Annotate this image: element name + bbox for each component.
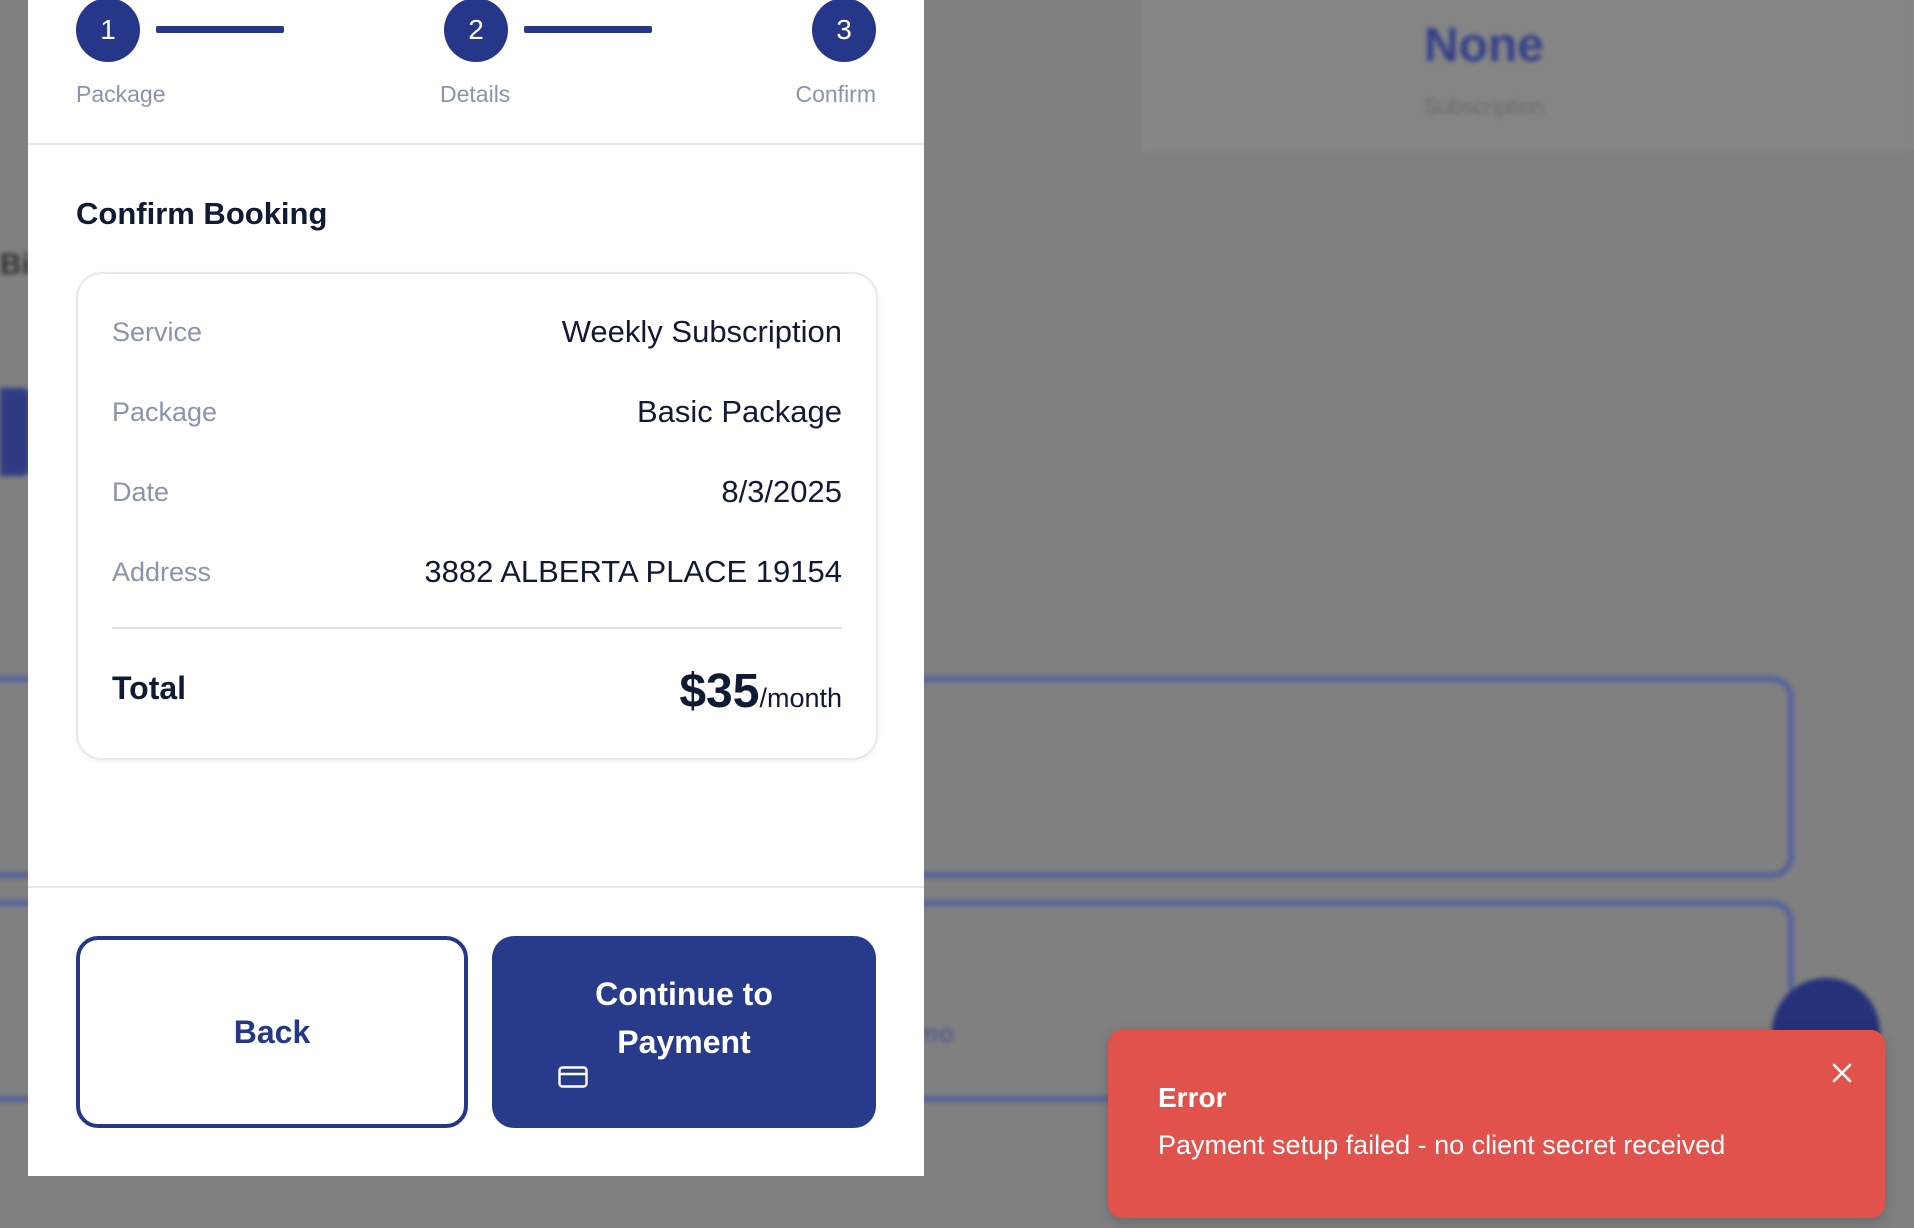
step-2-label: Details (440, 81, 511, 107)
package-value: Basic Package (636, 394, 842, 429)
package-label: Package (112, 397, 218, 427)
toast-title: Error (1158, 1082, 1227, 1113)
background-heading: Bi (0, 248, 30, 281)
address-label: Address (112, 557, 212, 587)
summary-row-date: Date 8/3/2025 (112, 472, 842, 512)
service-value: Weekly Subscription (561, 314, 842, 349)
step-1-label: Package (76, 81, 166, 107)
step-connector-2 (524, 26, 652, 33)
toast-message: Payment setup failed - no client secret … (1158, 1130, 1726, 1160)
credit-card-icon (558, 1066, 588, 1088)
booking-modal: 1 2 3 Package Details Confirm Confirm Bo… (28, 0, 924, 1176)
address-value: 3882 ALBERTA PLACE 19154 (424, 554, 842, 589)
total-price: $35/month (679, 664, 842, 719)
continue-label-line-1: Continue to (595, 976, 773, 1012)
close-icon[interactable] (1825, 1056, 1859, 1090)
continue-button-label: Continue to Payment (492, 970, 876, 1066)
background-button (0, 388, 30, 476)
step-2-indicator: 2 (444, 0, 508, 62)
summary-row-package: Package Basic Package (112, 392, 842, 432)
back-button[interactable]: Back (76, 936, 468, 1128)
total-label: Total (112, 670, 187, 706)
booking-summary-card: Service Weekly Subscription Package Basi… (76, 272, 878, 760)
summary-row-address: Address 3882 ALBERTA PLACE 19154 (112, 552, 842, 592)
total-amount: $35 (679, 665, 760, 718)
stepper: 1 2 3 Package Details Confirm (28, 0, 924, 145)
subscription-value: None (1424, 19, 1544, 72)
date-label: Date (112, 477, 170, 507)
continue-to-payment-button[interactable]: Continue to Payment (492, 936, 876, 1128)
footer-divider (28, 886, 924, 888)
subscription-caption: Subscription (1423, 94, 1545, 119)
date-value: 8/3/2025 (721, 474, 842, 509)
step-3-label: Confirm (795, 81, 876, 107)
continue-label-line-2: Payment (617, 1024, 751, 1060)
confirm-booking-title: Confirm Booking (76, 196, 328, 231)
step-connector-1 (156, 26, 284, 33)
service-label: Service (112, 317, 203, 347)
summary-divider (112, 627, 842, 629)
error-toast: Error Payment setup failed - no client s… (1108, 1030, 1885, 1218)
step-1-indicator: 1 (76, 0, 140, 62)
summary-row-service: Service Weekly Subscription (112, 312, 842, 352)
total-period: /month (759, 683, 842, 713)
back-button-label: Back (233, 1013, 311, 1050)
step-3-indicator: 3 (812, 0, 876, 62)
